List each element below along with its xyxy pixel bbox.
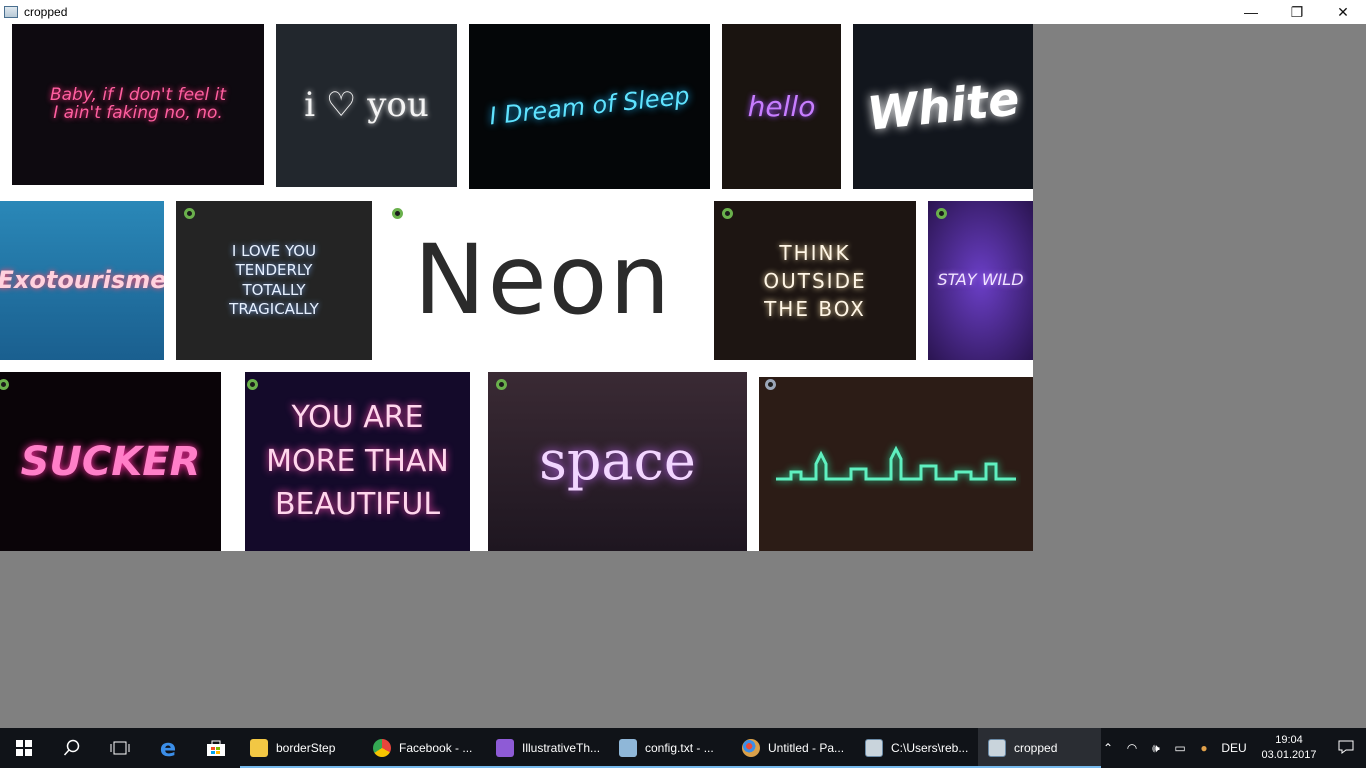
image-think-outside-neon: THINK OUTSIDE THE BOX <box>714 201 916 360</box>
windows-logo-icon <box>16 740 32 756</box>
store-button[interactable] <box>192 728 240 768</box>
taskbar-app-label: Untitled - Pa... <box>768 741 845 755</box>
notepad-icon <box>619 739 637 757</box>
wifi-icon[interactable]: ◠ <box>1120 741 1144 755</box>
maximize-button[interactable]: ❐ <box>1274 0 1320 24</box>
image-exotourisme-neon: Exotourisme <box>0 201 164 360</box>
taskbar-app-label: C:\Users\reb... <box>891 741 969 755</box>
image-stay-wild-neon: STAY WILD <box>928 201 1033 360</box>
notification-icon <box>1338 740 1354 754</box>
neon-text: STAY WILD <box>937 270 1024 290</box>
user-avatar-icon[interactable]: ● <box>1192 741 1216 755</box>
clock[interactable]: 19:04 03.01.2017 <box>1252 733 1326 763</box>
taskbar-app-label: cropped <box>1014 741 1058 755</box>
chevron-up-icon[interactable]: ⌃ <box>1096 741 1120 755</box>
neon-text: Exotourisme <box>0 265 164 294</box>
window-app-icon <box>865 739 883 757</box>
image-hello-neon: hello <box>722 24 841 189</box>
search-button[interactable] <box>48 728 96 768</box>
select-handle-icon[interactable] <box>0 379 9 390</box>
image-sucker-neon: SUCKER <box>0 372 221 551</box>
image-love-tenderly-neon: I LOVE YOU TENDERLY TOTALLY TRAGICALLY <box>176 201 372 360</box>
clock-time: 19:04 <box>1275 734 1303 746</box>
select-handle-icon[interactable] <box>936 208 947 219</box>
language-indicator[interactable]: DEU <box>1216 741 1252 755</box>
paint-icon <box>742 739 760 757</box>
taskbar-app-paint[interactable]: Untitled - Pa... <box>732 728 855 768</box>
neon-text: space <box>539 429 696 493</box>
neon-text: THINK OUTSIDE THE BOX <box>763 240 867 321</box>
battery-icon[interactable]: ▭ <box>1168 741 1192 755</box>
select-handle-icon[interactable] <box>722 208 733 219</box>
window-app-icon <box>988 739 1006 757</box>
image-you-are-neon: YOU ARE MORE THAN BEAUTIFUL <box>245 372 470 551</box>
task-view-button[interactable] <box>96 728 144 768</box>
taskbar-app-notepad[interactable]: config.txt - ... <box>609 728 732 768</box>
taskbar-app-facebook[interactable]: Facebook - ... <box>363 728 486 768</box>
neon-text: YOU ARE MORE THAN BEAUTIFUL <box>266 400 449 523</box>
neon-text: Baby, if I don't feel it I ain't faking … <box>49 84 227 123</box>
taskbar-app-label: Facebook - ... <box>399 741 473 755</box>
image-dream-neon: I Dream of Sleep <box>469 24 710 189</box>
skyline-neon-shape <box>776 445 1016 481</box>
volume-icon[interactable]: 🕪 <box>1144 741 1168 756</box>
visual-studio-icon <box>496 739 514 757</box>
neon-text: I LOVE YOU TENDERLY TOTALLY TRAGICALLY <box>229 241 319 319</box>
search-icon <box>63 739 80 756</box>
select-handle-icon[interactable] <box>496 379 507 390</box>
neon-logo-text: Neon <box>413 224 673 337</box>
taskbar-app-visual-studio[interactable]: IllustrativeTh... <box>486 728 609 768</box>
neon-text: I Dream of Sleep <box>488 81 691 131</box>
image-canvas: Baby, if I don't feel it I ain't faking … <box>0 24 1033 551</box>
neon-text: i ♡ you <box>304 84 429 125</box>
window-controls: — ❐ ✕ <box>1228 0 1366 24</box>
clock-date: 03.01.2017 <box>1261 749 1317 761</box>
taskbar-app-label: config.txt - ... <box>645 741 714 755</box>
action-center-button[interactable] <box>1326 740 1366 757</box>
chrome-icon <box>373 739 391 757</box>
image-neon-logo: Neon <box>384 201 702 360</box>
select-handle-icon[interactable] <box>247 379 258 390</box>
image-space-neon: space <box>488 372 747 551</box>
window-title: cropped <box>24 5 68 19</box>
neon-text: White <box>864 71 1022 142</box>
image-baby-neon: Baby, if I don't feel it I ain't faking … <box>12 24 264 185</box>
taskbar-app-borderstep[interactable]: borderStep <box>240 728 363 768</box>
image-i-love-you-neon: i ♡ you <box>276 24 457 187</box>
store-icon <box>207 740 225 756</box>
start-button[interactable] <box>0 728 48 768</box>
window-app-icon[interactable] <box>4 6 18 18</box>
edge-button[interactable]: e <box>144 728 192 768</box>
edge-icon: e <box>159 734 177 762</box>
minimize-button[interactable]: — <box>1228 0 1274 24</box>
title-bar: cropped — ❐ ✕ <box>0 0 1366 24</box>
image-white-neon: White <box>853 24 1033 189</box>
neon-text: hello <box>747 89 816 123</box>
select-handle-icon[interactable] <box>765 379 776 390</box>
system-tray: ⌃ ◠ 🕪 ▭ ● DEU 19:04 03.01.2017 <box>1096 728 1366 768</box>
select-handle-icon[interactable] <box>392 208 403 219</box>
taskbar-app-label: IllustrativeTh... <box>522 741 601 755</box>
close-button[interactable]: ✕ <box>1320 0 1366 24</box>
taskbar-app-explorer-path[interactable]: C:\Users\reb... <box>855 728 978 768</box>
task-view-icon <box>110 741 130 755</box>
folder-icon <box>250 739 268 757</box>
neon-text: SUCKER <box>20 438 201 485</box>
taskbar-app-label: borderStep <box>276 741 336 755</box>
select-handle-icon[interactable] <box>184 208 195 219</box>
image-skyline-neon <box>759 377 1033 551</box>
taskbar-app-cropped[interactable]: cropped <box>978 728 1101 768</box>
taskbar: e borderStep Facebook - ... Illustrative… <box>0 728 1366 768</box>
